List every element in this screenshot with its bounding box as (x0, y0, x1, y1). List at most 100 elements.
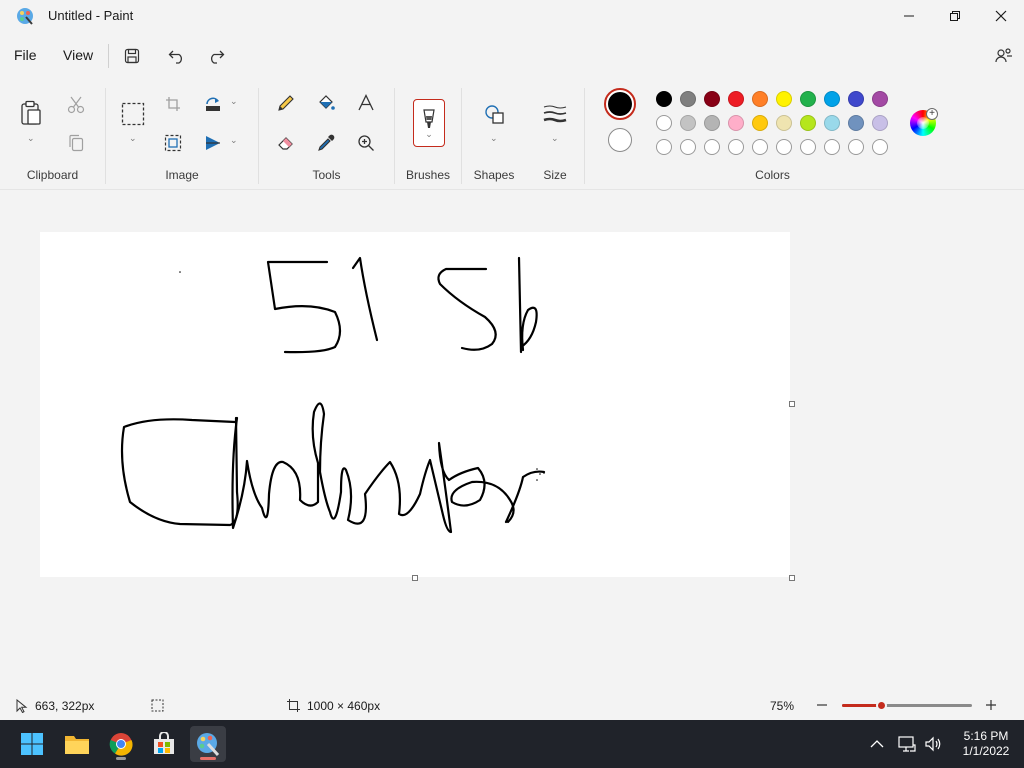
shapes-dropdown-chevron-icon[interactable]: ⌄ (490, 133, 498, 144)
brushes-dropdown-chevron-icon: ⌄ (425, 128, 433, 139)
rotate-icon (206, 97, 220, 111)
network-icon[interactable] (898, 736, 916, 752)
rotate-dropdown-chevron-icon[interactable]: ⌄ (230, 96, 238, 107)
flip-dropdown-chevron-icon[interactable]: ⌄ (230, 135, 238, 146)
color-swatch[interactable] (872, 91, 888, 107)
custom-color-slot[interactable] (656, 139, 672, 155)
canvas-resize-handle-corner[interactable] (789, 575, 795, 581)
taskbar-microsoft-store[interactable] (146, 726, 182, 762)
undo-button[interactable] (163, 42, 191, 70)
copy-button[interactable] (63, 130, 89, 156)
eraser-button[interactable] (273, 130, 299, 156)
size-button[interactable] (542, 101, 568, 127)
custom-color-slot[interactable] (680, 139, 696, 155)
primary-color[interactable] (604, 88, 636, 120)
pencil-button[interactable] (273, 90, 299, 116)
color-swatch[interactable] (800, 91, 816, 107)
taskbar: 5:16 PM 1/1/2022 (0, 720, 1024, 768)
redo-icon (210, 50, 225, 64)
cut-button[interactable] (63, 92, 89, 118)
tools-group: Tools (259, 80, 394, 188)
color-swatch[interactable] (776, 115, 792, 131)
paste-dropdown-chevron-icon[interactable]: ⌄ (27, 133, 35, 144)
custom-color-slot[interactable] (752, 139, 768, 155)
primary-color-fill (608, 92, 632, 116)
taskbar-clock[interactable]: 5:16 PM 1/1/2022 (958, 729, 1014, 759)
magnifier-button[interactable] (353, 130, 379, 156)
zoom-slider[interactable] (842, 700, 972, 711)
select-button[interactable] (120, 101, 146, 127)
zoom-level-text[interactable]: 75% (770, 699, 794, 713)
menu-view[interactable]: View (63, 47, 93, 63)
color-swatch[interactable] (752, 115, 768, 131)
color-swatch[interactable] (728, 115, 744, 131)
resize-button[interactable] (160, 130, 186, 156)
custom-color-slot[interactable] (872, 139, 888, 155)
custom-color-slot[interactable] (704, 139, 720, 155)
color-picker-button[interactable] (313, 130, 339, 156)
size-dropdown-chevron-icon[interactable]: ⌄ (551, 133, 559, 144)
custom-color-slot[interactable] (848, 139, 864, 155)
color-swatch[interactable] (680, 91, 696, 107)
color-swatch[interactable] (824, 115, 840, 131)
zoom-slider-thumb[interactable] (875, 700, 887, 711)
taskbar-paint[interactable] (190, 726, 226, 762)
tools-group-label: Tools (312, 168, 341, 182)
secondary-color[interactable] (608, 128, 632, 152)
color-swatch[interactable] (680, 115, 696, 131)
custom-color-slot[interactable] (824, 139, 840, 155)
color-swatch[interactable] (704, 91, 720, 107)
paste-button[interactable] (18, 100, 44, 126)
taskbar-chrome[interactable] (103, 726, 139, 762)
minimize-button[interactable] (886, 0, 932, 32)
redo-button[interactable] (202, 42, 230, 70)
size-group-label: Size (543, 168, 567, 182)
zoom-out-button[interactable] (814, 696, 830, 714)
start-button[interactable] (14, 726, 50, 762)
fill-button[interactable] (313, 90, 339, 116)
color-swatch[interactable] (824, 91, 840, 107)
shapes-group: ⌄ Shapes (462, 80, 526, 188)
zoom-in-button[interactable] (983, 696, 999, 714)
brush-icon (423, 108, 435, 128)
color-swatch[interactable] (776, 91, 792, 107)
active-indicator (200, 757, 216, 760)
color-swatch[interactable] (800, 115, 816, 131)
rotate-button[interactable] (200, 91, 226, 117)
brushes-button[interactable]: ⌄ (413, 99, 445, 147)
taskbar-file-explorer[interactable] (59, 726, 95, 762)
color-swatch[interactable] (872, 115, 888, 131)
save-button[interactable] (118, 42, 146, 70)
volume-icon[interactable] (924, 736, 942, 752)
custom-color-slot[interactable] (728, 139, 744, 155)
clipboard-group-label: Clipboard (26, 168, 79, 182)
clock-date: 1/1/2022 (962, 744, 1010, 758)
text-button[interactable] (353, 90, 379, 116)
select-dropdown-chevron-icon[interactable]: ⌄ (129, 133, 137, 144)
flip-button[interactable] (200, 130, 226, 156)
chevron-up-icon[interactable] (870, 739, 884, 749)
color-swatch[interactable] (848, 115, 864, 131)
crop-button[interactable] (160, 91, 186, 117)
folder-icon (65, 736, 89, 754)
color-swatch[interactable] (656, 91, 672, 107)
color-swatch[interactable] (656, 115, 672, 131)
canvas-resize-handle-right[interactable] (789, 401, 795, 407)
paint-app-icon (17, 8, 33, 25)
close-icon (995, 10, 1007, 22)
share-icon (995, 48, 1012, 63)
share-button[interactable] (990, 42, 1018, 70)
drawing-canvas[interactable] (40, 232, 790, 577)
shapes-button[interactable] (481, 101, 507, 127)
custom-color-slot[interactable] (776, 139, 792, 155)
menu-file[interactable]: File (14, 47, 37, 63)
custom-color-slot[interactable] (800, 139, 816, 155)
canvas-resize-handle-bottom[interactable] (412, 575, 418, 581)
color-swatch[interactable] (728, 91, 744, 107)
canvas-size-text: 1000 × 460px (307, 699, 381, 713)
color-swatch[interactable] (704, 115, 720, 131)
color-swatch[interactable] (752, 91, 768, 107)
restore-button[interactable] (932, 0, 978, 32)
close-button[interactable] (978, 0, 1024, 32)
color-swatch[interactable] (848, 91, 864, 107)
